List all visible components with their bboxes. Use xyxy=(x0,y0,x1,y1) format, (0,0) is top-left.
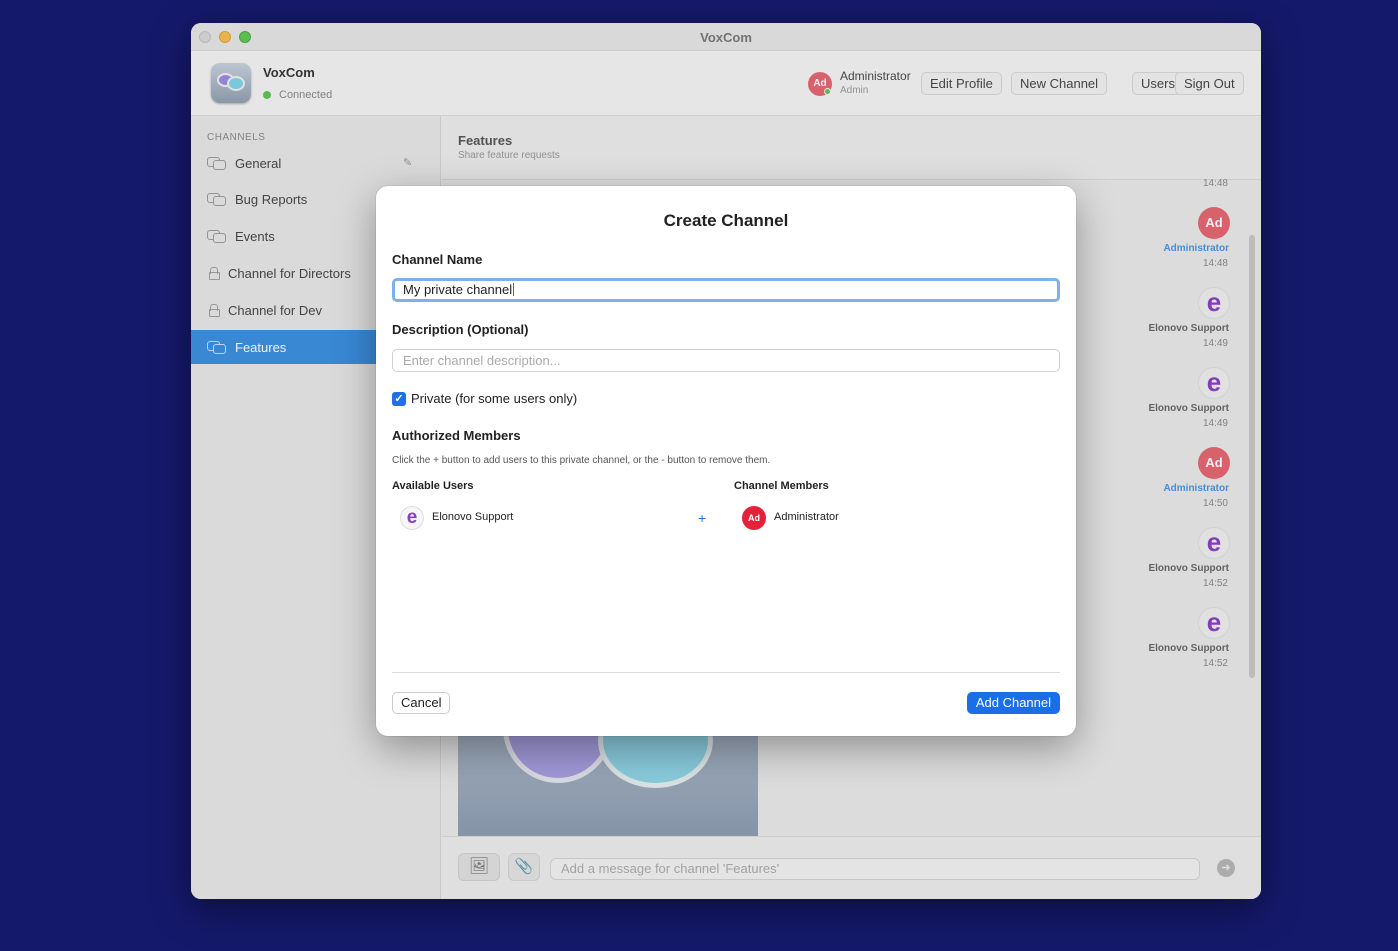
available-user-name: Elonovo Support xyxy=(432,511,514,523)
private-checkbox-label[interactable]: Private (for some users only) xyxy=(411,391,577,406)
members-help-text: Click the + button to add users to this … xyxy=(392,455,771,466)
private-checkbox[interactable]: ✓ xyxy=(392,392,406,406)
create-channel-dialog: Create Channel Channel Name My private c… xyxy=(376,186,1076,736)
channel-name-input[interactable]: My private channel xyxy=(392,278,1060,302)
text-caret xyxy=(513,283,515,296)
description-input[interactable]: Enter channel description... xyxy=(392,349,1060,372)
channel-members-heading: Channel Members xyxy=(734,480,829,492)
user-avatar: e xyxy=(400,506,424,530)
authorized-members-heading: Authorized Members xyxy=(392,428,521,443)
channel-name-label: Channel Name xyxy=(392,252,483,267)
available-users-heading: Available Users xyxy=(392,480,474,492)
member-avatar: Ad xyxy=(742,506,766,530)
add-channel-button[interactable]: Add Channel xyxy=(966,692,1060,714)
checkmark-icon: ✓ xyxy=(394,393,404,405)
channel-name-value: My private channel xyxy=(403,282,513,297)
add-member-button[interactable]: + xyxy=(698,510,706,526)
description-label: Description (Optional) xyxy=(392,322,529,337)
dialog-divider xyxy=(392,672,1060,673)
cancel-button[interactable]: Cancel xyxy=(392,692,451,714)
dialog-title: Create Channel xyxy=(663,211,789,230)
channel-member-name: Administrator xyxy=(774,511,839,523)
